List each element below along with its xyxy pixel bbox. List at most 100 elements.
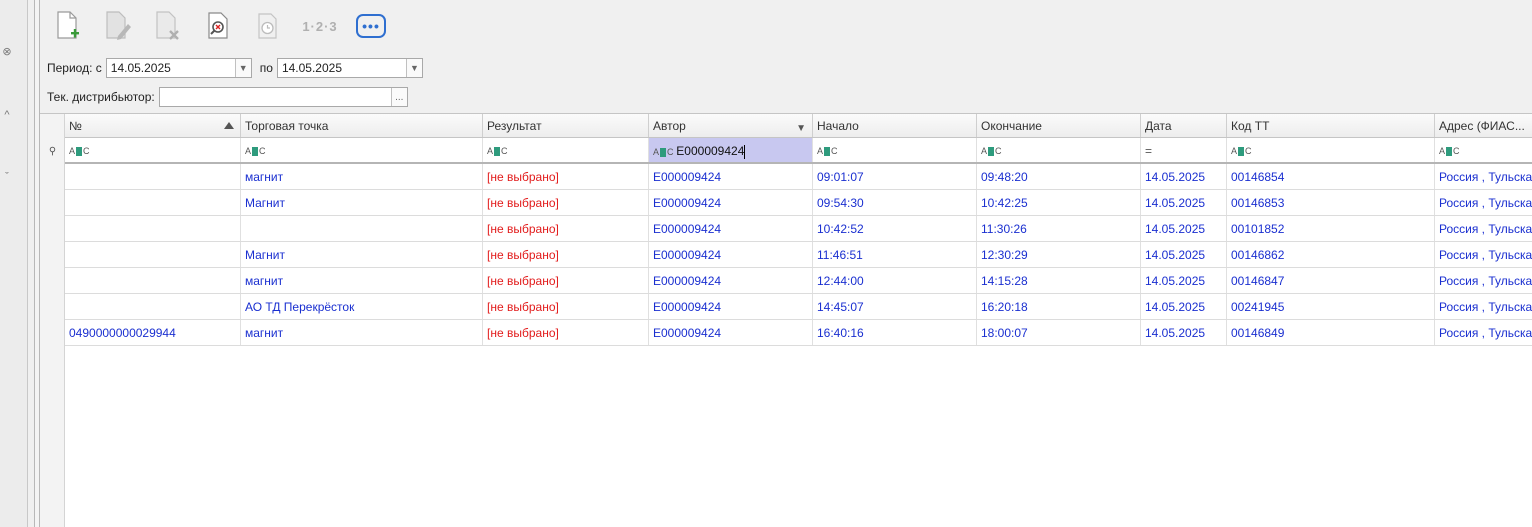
column-header-date[interactable]: Дата bbox=[1141, 114, 1227, 137]
cell-outlet-code[interactable]: 00146854 bbox=[1227, 164, 1435, 189]
cell-number[interactable] bbox=[65, 216, 241, 241]
cell-date[interactable]: 14.05.2025 bbox=[1141, 320, 1227, 345]
cell-result[interactable]: [не выбрано] bbox=[483, 164, 649, 189]
cell-end[interactable]: 14:15:28 bbox=[977, 268, 1141, 293]
cell-author[interactable]: E000009424 bbox=[649, 242, 813, 267]
chevron-down-icon[interactable]: ▼ bbox=[234, 59, 251, 77]
cell-date[interactable]: 14.05.2025 bbox=[1141, 242, 1227, 267]
cell-result[interactable]: [не выбрано] bbox=[483, 216, 649, 241]
cell-address[interactable]: Россия , Тульская bbox=[1435, 294, 1532, 319]
cell-address[interactable]: Россия , Тульская bbox=[1435, 216, 1532, 241]
cell-end[interactable]: 18:00:07 bbox=[977, 320, 1141, 345]
cell-number[interactable] bbox=[65, 242, 241, 267]
close-circle-icon[interactable]: ⊗ bbox=[0, 45, 14, 59]
cell-start[interactable]: 11:46:51 bbox=[813, 242, 977, 267]
cell-address[interactable]: Россия , Тульская bbox=[1435, 190, 1532, 215]
cell-result[interactable]: [не выбрано] bbox=[483, 268, 649, 293]
delete-button[interactable] bbox=[152, 8, 184, 44]
filter-cell-date[interactable]: = bbox=[1141, 138, 1227, 162]
table-row[interactable]: [не выбрано] E000009424 10:42:52 11:30:26 14… bbox=[65, 216, 1532, 242]
cell-outlet[interactable]: магнит bbox=[241, 320, 483, 345]
cell-outlet-code[interactable]: 00146849 bbox=[1227, 320, 1435, 345]
column-header-outlet[interactable]: Торговая точка bbox=[241, 114, 483, 137]
cell-outlet-code[interactable]: 00241945 bbox=[1227, 294, 1435, 319]
cell-date[interactable]: 14.05.2025 bbox=[1141, 216, 1227, 241]
cell-result[interactable]: [не выбрано] bbox=[483, 320, 649, 345]
cell-result[interactable]: [не выбрано] bbox=[483, 294, 649, 319]
cell-address[interactable]: Россия , Тульская bbox=[1435, 320, 1532, 345]
cell-outlet[interactable]: АО ТД Перекрёсток bbox=[241, 294, 483, 319]
table-row[interactable]: магнит [не выбрано] E000009424 09:01:07 09:4… bbox=[65, 164, 1532, 190]
add-button[interactable] bbox=[52, 8, 84, 44]
column-header-number[interactable]: № bbox=[65, 114, 241, 137]
cell-date[interactable]: 14.05.2025 bbox=[1141, 190, 1227, 215]
cell-outlet[interactable]: Магнит bbox=[241, 242, 483, 267]
cell-outlet[interactable]: Магнит bbox=[241, 190, 483, 215]
table-row[interactable]: 0490000000029944 магнит [не выбрано] E00000… bbox=[65, 320, 1532, 346]
cell-author[interactable]: E000009424 bbox=[649, 164, 813, 189]
cell-end[interactable]: 10:42:25 bbox=[977, 190, 1141, 215]
chevron-down-icon[interactable]: ▼ bbox=[405, 59, 422, 77]
cell-result[interactable]: [не выбрано] bbox=[483, 190, 649, 215]
cell-outlet[interactable]: магнит bbox=[241, 268, 483, 293]
history-button[interactable] bbox=[252, 8, 284, 44]
filter-cell-start[interactable]: AC bbox=[813, 138, 977, 162]
cell-author[interactable]: E000009424 bbox=[649, 268, 813, 293]
cell-author[interactable]: E000009424 bbox=[649, 216, 813, 241]
cell-author[interactable]: E000009424 bbox=[649, 320, 813, 345]
table-row[interactable]: магнит [не выбрано] E000009424 12:44:00 14:1… bbox=[65, 268, 1532, 294]
cell-outlet-code[interactable]: 00101852 bbox=[1227, 216, 1435, 241]
column-header-outlet-code[interactable]: Код ТТ bbox=[1227, 114, 1435, 137]
cell-address[interactable]: Россия , Тульская bbox=[1435, 268, 1532, 293]
filter-cell-address[interactable]: AC bbox=[1435, 138, 1532, 162]
cell-date[interactable]: 14.05.2025 bbox=[1141, 164, 1227, 189]
cell-start[interactable]: 09:01:07 bbox=[813, 164, 977, 189]
table-row[interactable]: Магнит [не выбрано] E000009424 09:54:30 10:4… bbox=[65, 190, 1532, 216]
chevron-down-icon[interactable]: ˇ bbox=[0, 170, 14, 184]
numbering-button[interactable]: 1·2·3 bbox=[302, 8, 338, 44]
cell-number[interactable] bbox=[65, 294, 241, 319]
cell-number[interactable]: 0490000000029944 bbox=[65, 320, 241, 345]
cell-outlet[interactable] bbox=[241, 216, 483, 241]
cell-author[interactable]: E000009424 bbox=[649, 294, 813, 319]
cell-number[interactable] bbox=[65, 190, 241, 215]
cell-outlet-code[interactable]: 00146853 bbox=[1227, 190, 1435, 215]
cell-start[interactable]: 10:42:52 bbox=[813, 216, 977, 241]
filter-cell-author[interactable]: AC E000009424 bbox=[649, 138, 813, 162]
cell-start[interactable]: 16:40:16 bbox=[813, 320, 977, 345]
view-button[interactable] bbox=[202, 8, 234, 44]
cell-number[interactable] bbox=[65, 164, 241, 189]
table-row[interactable]: Магнит [не выбрано] E000009424 11:46:51 12:3… bbox=[65, 242, 1532, 268]
distributor-field[interactable]: ... bbox=[158, 87, 408, 107]
cell-end[interactable]: 11:30:26 bbox=[977, 216, 1141, 241]
chevron-up-icon[interactable]: ^ bbox=[0, 108, 14, 122]
cell-start[interactable]: 09:54:30 bbox=[813, 190, 977, 215]
filter-cell-outlet-code[interactable]: AC bbox=[1227, 138, 1435, 162]
table-row[interactable]: АО ТД Перекрёсток [не выбрано] E000009424 1… bbox=[65, 294, 1532, 320]
cell-start[interactable]: 14:45:07 bbox=[813, 294, 977, 319]
cell-start[interactable]: 12:44:00 bbox=[813, 268, 977, 293]
cell-author[interactable]: E000009424 bbox=[649, 190, 813, 215]
edit-button[interactable] bbox=[102, 8, 134, 44]
cell-date[interactable]: 14.05.2025 bbox=[1141, 294, 1227, 319]
cell-outlet[interactable]: магнит bbox=[241, 164, 483, 189]
cell-end[interactable]: 09:48:20 bbox=[977, 164, 1141, 189]
ellipsis-button[interactable]: ... bbox=[390, 88, 407, 106]
filter-icon[interactable]: ▼ bbox=[796, 117, 806, 137]
column-header-end[interactable]: Окончание bbox=[977, 114, 1141, 137]
cell-number[interactable] bbox=[65, 268, 241, 293]
cell-date[interactable]: 14.05.2025 bbox=[1141, 268, 1227, 293]
cell-outlet-code[interactable]: 00146847 bbox=[1227, 268, 1435, 293]
cell-end[interactable]: 16:20:18 bbox=[977, 294, 1141, 319]
more-button[interactable]: ••• bbox=[356, 14, 386, 38]
cell-end[interactable]: 12:30:29 bbox=[977, 242, 1141, 267]
filter-cell-end[interactable]: AC bbox=[977, 138, 1141, 162]
cell-address[interactable]: Россия , Тульская bbox=[1435, 242, 1532, 267]
filter-cell-outlet[interactable]: AC bbox=[241, 138, 483, 162]
filter-cell-number[interactable]: AC bbox=[65, 138, 241, 162]
column-header-author[interactable]: Автор ▼ bbox=[649, 114, 813, 137]
column-header-address[interactable]: Адрес (ФИАС... bbox=[1435, 114, 1532, 137]
cell-address[interactable]: Россия , Тульская bbox=[1435, 164, 1532, 189]
date-from-field[interactable]: 14.05.2025 ▼ bbox=[105, 58, 252, 78]
column-header-start[interactable]: Начало bbox=[813, 114, 977, 137]
